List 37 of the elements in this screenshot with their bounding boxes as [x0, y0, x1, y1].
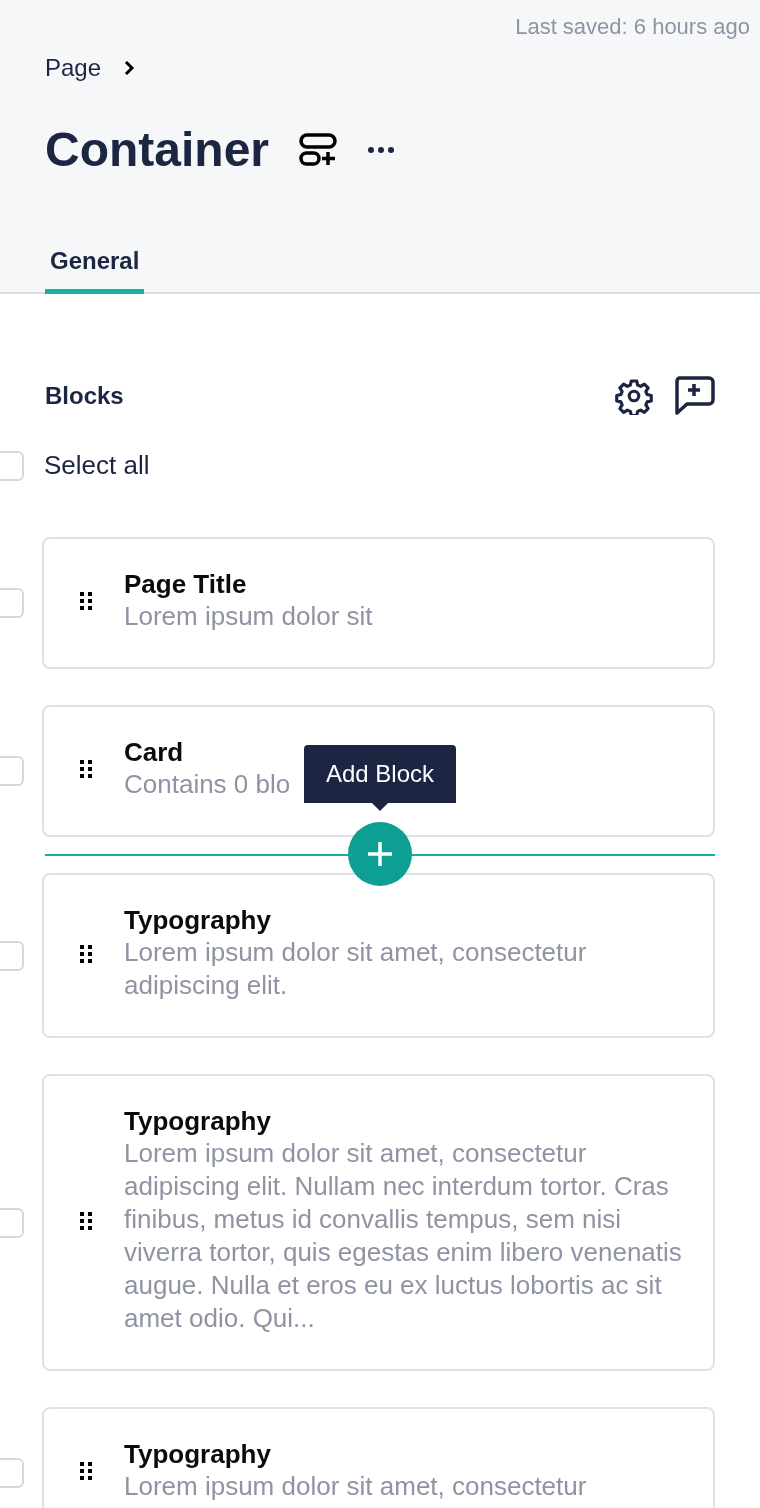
block-description: Lorem ipsum dolor sit amet, consectetur: [124, 1470, 587, 1503]
block-title: Typography: [124, 905, 272, 936]
drag-handle-icon[interactable]: [80, 1211, 92, 1230]
drag-handle-icon[interactable]: [80, 944, 92, 963]
tab[interactable]: General: [45, 247, 145, 294]
add-comment-icon[interactable]: [673, 376, 715, 416]
drag-handle-icon[interactable]: [80, 592, 92, 610]
block-title: Page Title: [124, 569, 248, 600]
block-card[interactable]: Typography Lorem ipsum dolor sit amet, consectetur: [42, 1407, 715, 1508]
checkbox[interactable]: [0, 756, 24, 786]
more-icon[interactable]: [367, 145, 395, 154]
checkbox[interactable]: [0, 1458, 24, 1488]
breadcrumb-link[interactable]: Page: [45, 54, 102, 82]
chevron-right-icon: [123, 60, 136, 76]
plus-icon: [366, 840, 394, 868]
add-layout-icon[interactable]: [299, 132, 337, 167]
checkbox[interactable]: [0, 588, 24, 618]
select-all-label[interactable]: Select all: [44, 450, 150, 481]
last-saved-text: Last saved: 6 hours ago: [515, 14, 750, 40]
block-title: Typography: [124, 1106, 272, 1137]
section-title: Blocks: [45, 382, 124, 410]
block-description: Lorem ipsum dolor sit amet, consectetur adipiscing elit.: [124, 936, 588, 1002]
checkbox[interactable]: [0, 1207, 24, 1238]
checkbox[interactable]: [0, 940, 24, 971]
drag-handle-icon[interactable]: [80, 760, 92, 778]
block-title: Card: [124, 737, 185, 768]
page-title: Container: [45, 122, 269, 177]
tooltip: Add Block: [304, 745, 456, 811]
block-card[interactable]: Page Title Lorem ipsum dolor sit: [42, 537, 715, 669]
settings-icon[interactable]: [615, 377, 653, 415]
checkbox[interactable]: [0, 450, 24, 481]
block-title: Typography: [124, 1439, 272, 1470]
block-description: Lorem ipsum dolor sit: [124, 600, 373, 633]
drag-handle-icon[interactable]: [80, 1462, 92, 1480]
block-card[interactable]: Typography Lorem ipsum dolor sit amet, consectetur adipiscing elit.: [42, 873, 715, 1038]
block-description: Lorem ipsum dolor sit amet, consectetur adipiscing elit. Nullam nec interdum tortor. Cras finibus, metus id convallis tempus, sem nisi viverra tortor, quis egestas enim libero venenatis augue. Nulla et eros eu ex luctus lobortis ac sit amet odio. Qui...: [124, 1137, 683, 1335]
block-description: Contains 0 blo: [124, 768, 291, 801]
